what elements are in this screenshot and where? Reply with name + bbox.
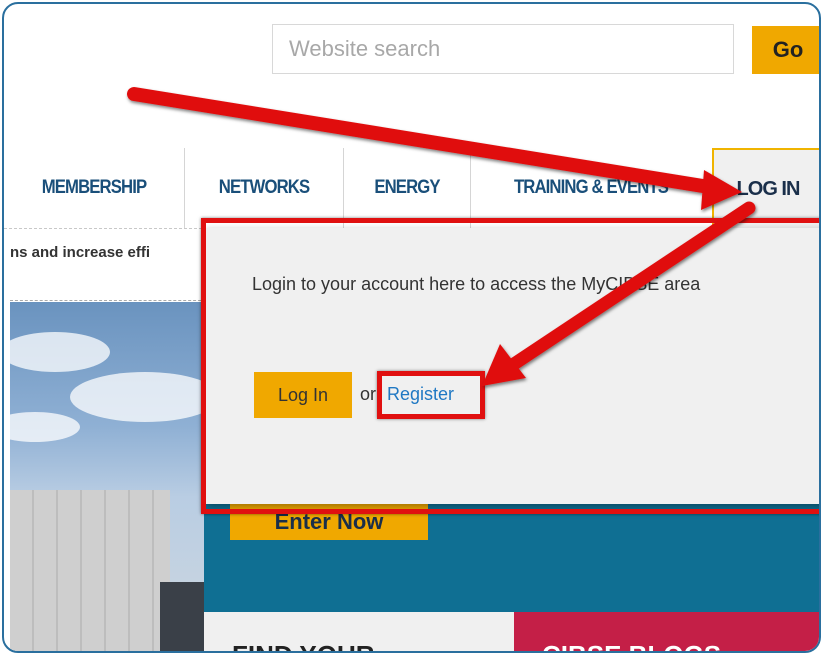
arrow-to-login-icon [127,87,716,194]
arrow-to-register-icon [507,201,756,371]
annotation-arrows [127,87,756,386]
screenshot-frame: Go MEMBERSHIP NETWORKS ENERGY TRAINING &… [2,2,821,653]
arrowhead-icon [701,170,742,210]
